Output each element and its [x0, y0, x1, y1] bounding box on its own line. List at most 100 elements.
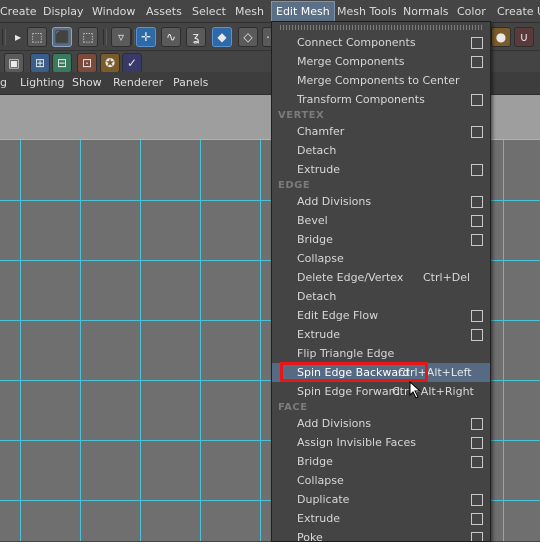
menu-select[interactable]: Select	[192, 4, 226, 19]
menu-item-label: Detach	[297, 144, 337, 157]
menu-item-chamfer[interactable]: Chamfer	[272, 122, 490, 141]
menu-item-detach-edge[interactable]: Detach	[272, 287, 490, 306]
snap-grid-icon[interactable]: ◆	[212, 27, 232, 47]
menu-item-delete-edge-vertex[interactable]: Delete Edge/Vertex Ctrl+Del	[272, 268, 490, 287]
option-box-icon[interactable]	[471, 164, 483, 176]
tear-off-handle[interactable]	[280, 25, 482, 30]
menu-edit-mesh[interactable]: Edit Mesh	[271, 1, 335, 22]
paint-select-icon[interactable]: ʓ	[186, 27, 206, 47]
menu-item-connect-components[interactable]: Connect Components	[272, 33, 490, 52]
menu-item-shortcut: Ctrl+Alt+Right	[392, 385, 474, 398]
edit-mesh-dropdown: Connect Components Merge Components Merg…	[271, 21, 491, 542]
section-heading-face: FACE	[278, 402, 308, 413]
menu-item-merge-to-center[interactable]: Merge Components to Center	[272, 71, 490, 90]
menu-item-label: Bridge	[297, 233, 333, 246]
lightbulb-icon[interactable]: ✪	[100, 53, 120, 73]
option-box-icon[interactable]	[471, 37, 483, 49]
cube-icon[interactable]: ▣	[4, 53, 24, 73]
menu-item-spin-edge-forward[interactable]: Spin Edge Forward Ctrl+Alt+Right	[272, 382, 490, 401]
menu-item-extrude-vertex[interactable]: Extrude	[272, 160, 490, 179]
menu-item-label: Transform Components	[297, 93, 425, 106]
menu-item-label: Merge Components to Center	[297, 74, 460, 87]
menu-item-add-divisions-edge[interactable]: Add Divisions	[272, 192, 490, 211]
menu-mesh[interactable]: Mesh	[235, 4, 264, 19]
option-box-icon[interactable]	[471, 234, 483, 246]
menu-item-detach-vertex[interactable]: Detach	[272, 141, 490, 160]
magnet-icon[interactable]: ∪	[514, 27, 534, 47]
option-box-icon[interactable]	[471, 215, 483, 227]
section-heading-edge: EDGE	[278, 180, 311, 191]
select-icon[interactable]: ✓	[122, 53, 142, 73]
select-by-hierarchy-icon[interactable]: ⬚	[27, 27, 47, 47]
option-box-icon[interactable]	[471, 437, 483, 449]
section-heading-vertex: VERTEX	[278, 110, 325, 121]
lasso-icon[interactable]: ∿	[161, 27, 181, 47]
menu-item-label: Collapse	[297, 474, 344, 487]
menu-assets[interactable]: Assets	[146, 4, 182, 19]
select-by-component-icon[interactable]: ⬚	[78, 27, 98, 47]
menu-display[interactable]: Display	[43, 4, 84, 19]
menu-item-extrude-face[interactable]: Extrude	[272, 509, 490, 528]
menu-item-duplicate[interactable]: Duplicate	[272, 490, 490, 509]
transform-icon[interactable]: ⊟	[52, 53, 72, 73]
option-box-icon[interactable]	[471, 196, 483, 208]
camera-icon[interactable]: ⊞	[30, 53, 50, 73]
option-box-icon[interactable]	[471, 126, 483, 138]
option-box-icon[interactable]	[471, 418, 483, 430]
snap-curve-icon[interactable]: ◇	[238, 27, 258, 47]
menu-item-collapse-edge[interactable]: Collapse	[272, 249, 490, 268]
funnel-icon[interactable]: ▿	[111, 27, 131, 47]
menu-item-label: Delete Edge/Vertex	[297, 271, 404, 284]
menu-item-assign-invisible-faces[interactable]: Assign Invisible Faces	[272, 433, 490, 452]
menu-item-bevel[interactable]: Bevel	[272, 211, 490, 230]
menu-item-label: Edit Edge Flow	[297, 309, 379, 322]
panel-menu-shading[interactable]: g	[0, 76, 7, 89]
menu-item-label: Extrude	[297, 512, 341, 525]
menu-normals[interactable]: Normals	[403, 4, 449, 19]
menu-window[interactable]: Window	[92, 4, 135, 19]
menu-item-label: Chamfer	[297, 125, 345, 138]
option-box-icon[interactable]	[471, 310, 483, 322]
move-icon[interactable]: ✛	[136, 27, 156, 47]
lock-icon[interactable]: ⊡	[77, 53, 97, 73]
option-box-icon[interactable]	[471, 532, 483, 541]
menu-item-bridge-edge[interactable]: Bridge	[272, 230, 490, 249]
option-box-icon[interactable]	[471, 56, 483, 68]
panel-menu-show[interactable]: Show	[72, 76, 102, 89]
menu-item-label: Add Divisions	[297, 195, 372, 208]
menu-create[interactable]: Create	[0, 4, 37, 19]
arrow-right-icon[interactable]: ▸	[8, 27, 28, 47]
menu-item-flip-triangle-edge[interactable]: Flip Triangle Edge	[272, 344, 490, 363]
option-box-icon[interactable]	[471, 513, 483, 525]
menu-item-shortcut: Ctrl+Del	[423, 271, 471, 284]
main-menubar: Create Display Window Assets Select Mesh…	[0, 0, 540, 23]
select-by-object-icon[interactable]: ⬛	[52, 27, 72, 47]
menu-item-label: Extrude	[297, 328, 341, 341]
menu-mesh-tools[interactable]: Mesh Tools	[337, 4, 397, 19]
panel-menu-lighting[interactable]: Lighting	[20, 76, 64, 89]
menu-item-collapse-face[interactable]: Collapse	[272, 471, 490, 490]
panel-menu-renderer[interactable]: Renderer	[113, 76, 163, 89]
toolbar-separator	[103, 29, 107, 45]
menu-item-extrude-edge[interactable]: Extrude	[272, 325, 490, 344]
menu-item-label: Bevel	[297, 214, 328, 227]
menu-color[interactable]: Color	[457, 4, 486, 19]
menu-item-bridge-face[interactable]: Bridge	[272, 452, 490, 471]
menu-item-shortcut: Ctrl+Alt+Left	[398, 366, 472, 379]
render-icon[interactable]: ●	[491, 27, 511, 47]
menu-item-label: Collapse	[297, 252, 344, 265]
menu-item-transform-components[interactable]: Transform Components	[272, 90, 490, 109]
menu-item-merge-components[interactable]: Merge Components	[272, 52, 490, 71]
menu-item-label: Add Divisions	[297, 417, 372, 430]
option-box-icon[interactable]	[471, 456, 483, 468]
menu-item-label: Assign Invisible Faces	[297, 436, 416, 449]
menu-item-spin-edge-backward[interactable]: Spin Edge Backward Ctrl+Alt+Left	[272, 363, 490, 382]
menu-item-edit-edge-flow[interactable]: Edit Edge Flow	[272, 306, 490, 325]
option-box-icon[interactable]	[471, 329, 483, 341]
menu-item-add-divisions-face[interactable]: Add Divisions	[272, 414, 490, 433]
option-box-icon[interactable]	[471, 494, 483, 506]
menu-item-label: Duplicate	[297, 493, 350, 506]
menu-create-ui[interactable]: Create UI	[497, 4, 540, 19]
option-box-icon[interactable]	[471, 94, 483, 106]
panel-menu-panels[interactable]: Panels	[173, 76, 208, 89]
